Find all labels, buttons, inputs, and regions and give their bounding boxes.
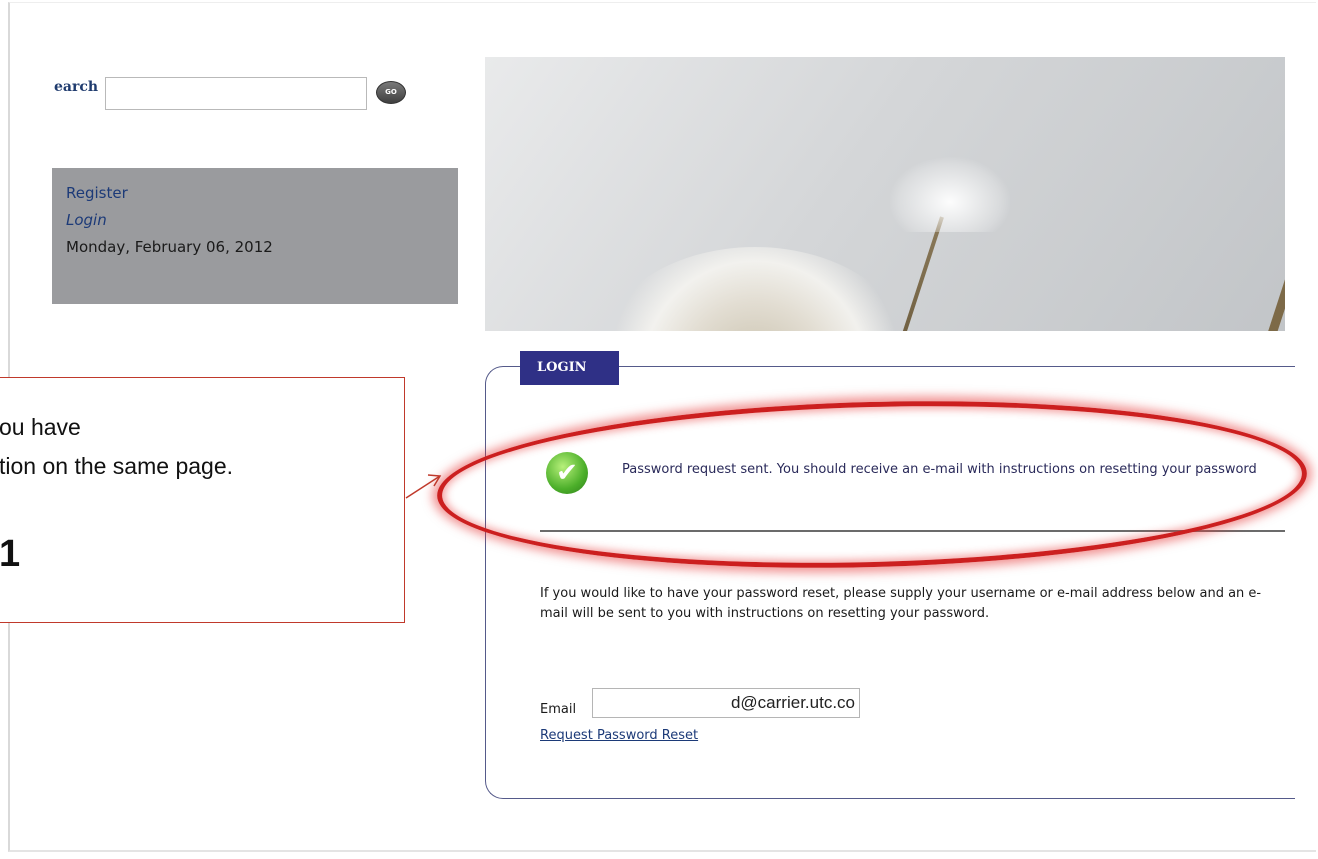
login-link[interactable]: Login [66, 211, 107, 229]
callout-text-line1: ou have [0, 414, 81, 440]
search-label: earch [54, 79, 99, 95]
reset-instructions: If you would like to have your password … [540, 586, 1262, 621]
login-tab-title: LOGIN [520, 351, 619, 385]
dandelion-seed-tuft [890, 157, 1010, 232]
banner-image [485, 57, 1285, 331]
email-label: Email [540, 702, 577, 717]
callout-annotation-box: ou have tion on the same page. 1 [0, 377, 405, 623]
current-date: Monday, February 06, 2012 [66, 238, 273, 256]
dandelion-head-image [595, 247, 915, 331]
user-panel: Register Login Monday, February 06, 2012 [52, 168, 458, 304]
email-field[interactable] [592, 688, 860, 718]
callout-text-line2: tion on the same page. [0, 453, 233, 479]
callout-big-text: 1 [0, 533, 21, 575]
search-input[interactable] [105, 77, 367, 110]
dandelion-far-stem [1260, 277, 1285, 331]
go-button[interactable]: GO [376, 81, 406, 104]
callout-arrow-icon [405, 474, 442, 499]
request-password-reset-link[interactable]: Request Password Reset [540, 728, 698, 743]
register-link[interactable]: Register [66, 184, 128, 202]
